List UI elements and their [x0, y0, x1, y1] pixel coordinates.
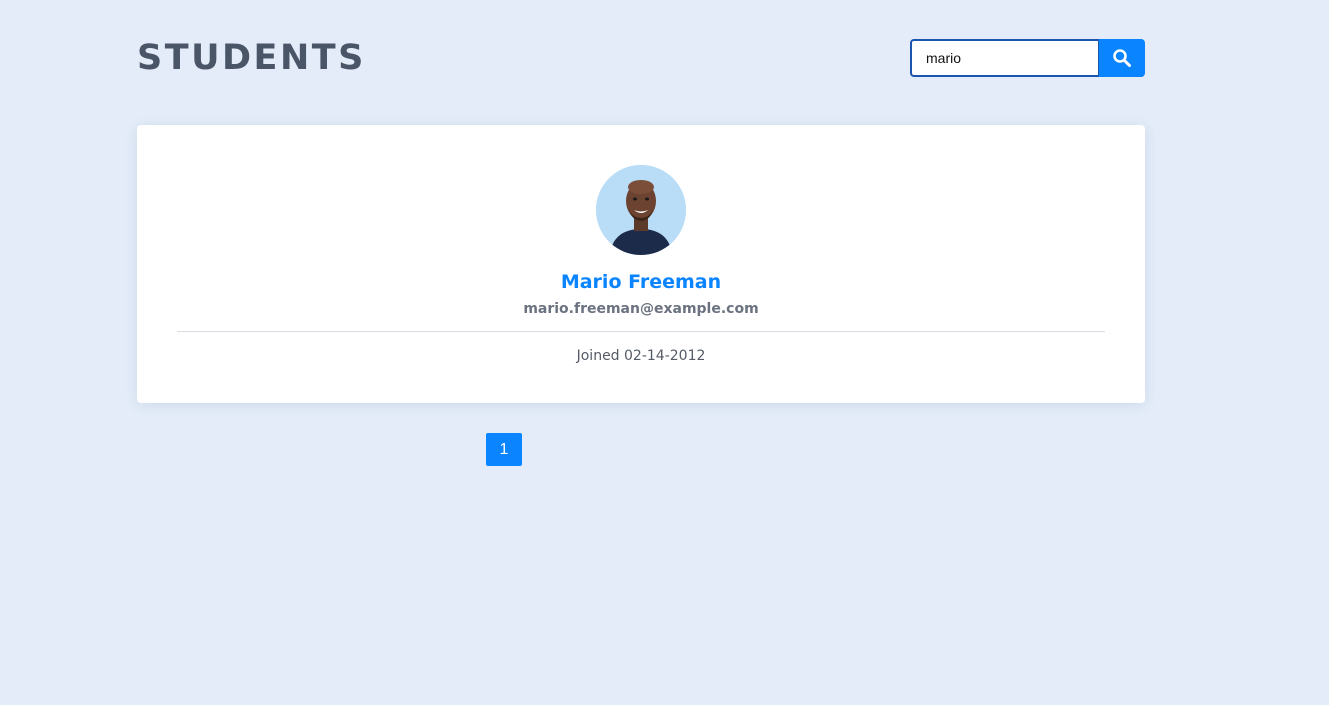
joined-date: Joined 02-14-2012	[576, 348, 706, 364]
divider	[177, 331, 1105, 332]
page-button-1[interactable]: 1	[486, 433, 522, 466]
pagination: 1	[486, 433, 522, 466]
page-title: STUDENTS	[137, 38, 366, 78]
search-bar	[910, 39, 1145, 77]
search-icon	[1112, 48, 1132, 68]
search-input[interactable]	[910, 39, 1100, 77]
student-card: Mario Freeman mario.freeman@example.com …	[137, 125, 1145, 403]
avatar	[596, 165, 686, 255]
student-email: mario.freeman@example.com	[523, 301, 759, 317]
header: STUDENTS	[137, 0, 1145, 125]
page-container: STUDENTS mario Mario Freeman mario.freem…	[137, 0, 1145, 403]
search-button[interactable]	[1099, 39, 1145, 77]
student-name[interactable]: Mario Freeman	[137, 270, 1145, 294]
